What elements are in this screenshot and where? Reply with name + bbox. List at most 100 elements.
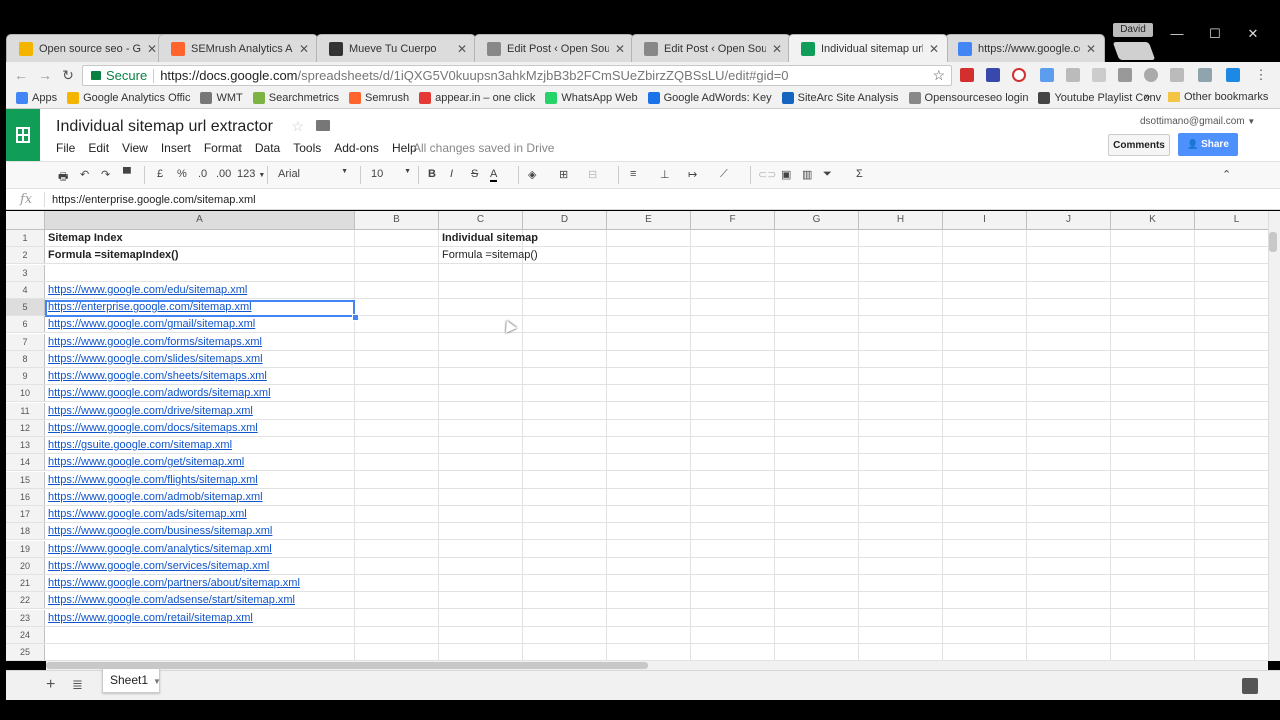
column-header-l[interactable]: L xyxy=(1195,211,1268,229)
forward-icon[interactable]: → xyxy=(36,66,54,84)
row-header[interactable]: 21 xyxy=(6,575,45,591)
row-header[interactable]: 18 xyxy=(6,523,45,540)
bookmark-item[interactable]: Opensourceseo login xyxy=(908,92,1028,104)
redo-icon[interactable]: ↷ xyxy=(101,168,110,181)
cell-c1[interactable]: Individual sitemap xyxy=(440,230,538,246)
borders-icon[interactable]: ⊞ xyxy=(559,168,568,181)
extension-icon[interactable] xyxy=(1066,68,1080,82)
row-header[interactable]: 20 xyxy=(6,557,45,574)
menu-tools[interactable]: Tools xyxy=(293,141,321,155)
extension-icon[interactable] xyxy=(1226,68,1240,82)
maximize-icon[interactable]: ☐ xyxy=(1207,26,1223,42)
active-cell-selection[interactable] xyxy=(45,300,355,317)
font-size-select[interactable]: 10 ▼ xyxy=(371,168,411,180)
formula-input[interactable]: https://enterprise.google.com/sitemap.xm… xyxy=(52,194,256,206)
select-all-corner[interactable] xyxy=(6,211,45,229)
cell-c3[interactable] xyxy=(440,265,442,281)
extension-icon[interactable] xyxy=(1040,68,1054,82)
row-header[interactable]: 16 xyxy=(6,488,45,505)
insert-comment-icon[interactable]: ▣ xyxy=(781,168,791,181)
close-tab-icon[interactable]: ✕ xyxy=(772,42,782,56)
bookmark-item[interactable]: Semrush xyxy=(349,92,409,104)
cell-a18[interactable]: https://www.google.com/business/sitemap.… xyxy=(46,523,272,539)
document-title[interactable]: Individual sitemap url extractor ☆ xyxy=(56,118,331,136)
menu-addons[interactable]: Add-ons xyxy=(334,141,379,155)
menu-view[interactable]: View xyxy=(122,141,148,155)
row-header[interactable]: 15 xyxy=(6,471,45,488)
cell-a4[interactable]: https://www.google.com/edu/sitemap.xml xyxy=(46,282,247,298)
row-header[interactable]: 2 xyxy=(6,247,45,264)
cell-a17[interactable]: https://www.google.com/ads/sitemap.xml xyxy=(46,506,247,522)
cell-a15[interactable]: https://www.google.com/flights/sitemap.x… xyxy=(46,472,258,488)
row-header[interactable]: 9 xyxy=(6,368,45,384)
new-tab-button[interactable] xyxy=(1112,42,1156,60)
cell-a24[interactable] xyxy=(46,627,48,643)
column-header-i[interactable]: I xyxy=(943,211,1027,229)
cell-a14[interactable]: https://www.google.com/get/sitemap.xml xyxy=(46,454,244,470)
column-header-k[interactable]: K xyxy=(1111,211,1195,229)
column-header-b[interactable]: B xyxy=(355,211,439,229)
merge-cells-icon[interactable]: ⊟ xyxy=(588,168,597,181)
row-header[interactable]: 4 xyxy=(6,281,45,298)
filter-icon[interactable]: ⏷ xyxy=(823,168,832,181)
fill-handle[interactable] xyxy=(352,314,359,321)
row-header[interactable]: 24 xyxy=(6,626,45,643)
minimize-icon[interactable]: — xyxy=(1169,26,1185,42)
explore-icon[interactable] xyxy=(1242,678,1258,694)
extension-icon[interactable] xyxy=(1198,68,1212,82)
save-status[interactable]: All changes saved in Drive xyxy=(413,141,554,155)
row-header[interactable]: 19 xyxy=(6,540,45,557)
row-header[interactable]: 10 xyxy=(6,385,45,402)
column-header-d[interactable]: D xyxy=(523,211,607,229)
close-window-icon[interactable]: ✕ xyxy=(1245,26,1261,42)
bookmark-item[interactable]: Youtube Playlist Conv xyxy=(1038,92,1161,104)
cell-a25[interactable] xyxy=(46,644,48,660)
cell-a22[interactable]: https://www.google.com/adsense/start/sit… xyxy=(46,592,295,608)
bookmark-star-icon[interactable]: ☆ xyxy=(932,67,945,84)
browser-tab[interactable]: SEMrush Analytics API | ✕ xyxy=(158,34,318,62)
cell-a8[interactable]: https://www.google.com/slides/sitemaps.x… xyxy=(46,351,263,367)
row-header[interactable]: 17 xyxy=(6,506,45,522)
font-select[interactable]: Arial ▼ xyxy=(278,168,348,180)
browser-tab[interactable]: Mueve Tu Cuerpo ✕ xyxy=(316,34,476,62)
percent-format-button[interactable]: % xyxy=(177,168,187,180)
close-tab-icon[interactable]: ✕ xyxy=(929,42,939,56)
menu-file[interactable]: File xyxy=(56,141,75,155)
star-icon[interactable]: ☆ xyxy=(291,118,304,134)
bookmark-item[interactable]: WhatsApp Web xyxy=(545,92,638,104)
cell-a23[interactable]: https://www.google.com/retail/sitemap.xm… xyxy=(46,610,253,626)
strikethrough-button[interactable]: S xyxy=(471,168,478,180)
cell-a1[interactable]: Sitemap Index xyxy=(46,230,123,246)
menu-insert[interactable]: Insert xyxy=(161,141,191,155)
column-header-a[interactable]: A xyxy=(45,211,355,229)
more-formats-button[interactable]: 123 ▼ xyxy=(237,168,265,180)
extension-icon[interactable] xyxy=(1092,68,1106,82)
vertical-scrollbar[interactable] xyxy=(1268,211,1280,661)
functions-button[interactable]: Σ xyxy=(856,168,863,180)
browser-tab[interactable]: Edit Post ‹ Open Source ✕ xyxy=(631,34,791,62)
browser-tab[interactable]: Open source seo - Goo ✕ xyxy=(6,34,166,62)
cell-a21[interactable]: https://www.google.com/partners/about/si… xyxy=(46,575,300,591)
text-rotation-icon[interactable]: ⟋ xyxy=(720,168,728,181)
extension-icon[interactable] xyxy=(1170,68,1184,82)
row-header[interactable]: 23 xyxy=(6,609,45,626)
cell-a3[interactable] xyxy=(46,265,48,281)
row-header[interactable]: 11 xyxy=(6,402,45,419)
back-icon[interactable]: ← xyxy=(12,66,30,84)
undo-icon[interactable]: ↶ xyxy=(80,168,89,181)
extension-icon[interactable] xyxy=(986,68,1000,82)
account-email[interactable]: dsottimano@gmail.com ▼ xyxy=(1140,116,1255,127)
bookmark-item[interactable]: SiteArc Site Analysis xyxy=(781,92,899,104)
comments-button[interactable]: Comments xyxy=(1108,134,1170,156)
cell-a20[interactable]: https://www.google.com/services/sitemap.… xyxy=(46,558,269,574)
increase-decimal-button[interactable]: .00 xyxy=(216,168,231,180)
cell-a19[interactable]: https://www.google.com/analytics/sitemap… xyxy=(46,541,272,557)
vertical-align-icon[interactable]: ⊥ xyxy=(660,168,670,181)
row-header[interactable]: 7 xyxy=(6,333,45,350)
close-tab-icon[interactable]: ✕ xyxy=(1086,42,1096,56)
text-wrap-icon[interactable]: ↦ xyxy=(688,168,697,181)
all-sheets-icon[interactable]: ≣ xyxy=(72,677,83,693)
menu-edit[interactable]: Edit xyxy=(88,141,109,155)
cell-a9[interactable]: https://www.google.com/sheets/sitemaps.x… xyxy=(46,368,267,384)
horizontal-scroll-thumb[interactable] xyxy=(46,662,648,669)
